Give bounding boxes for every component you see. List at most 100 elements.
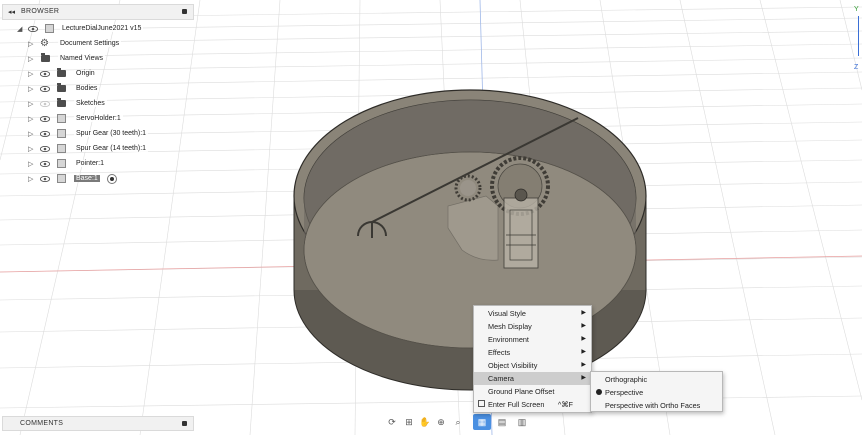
tree-item-bodies[interactable]: ▷ Bodies — [0, 83, 196, 97]
expand-right-icon[interactable]: ▷ — [28, 145, 33, 153]
viewcube-axis-icon — [858, 16, 859, 56]
eye-icon[interactable] — [40, 161, 50, 167]
tree-item-named-views[interactable]: ▷ Named Views — [0, 53, 196, 67]
tree-item-document-settings[interactable]: ▷ ⚙ Document Settings — [0, 38, 196, 52]
submenu-item-label: Orthographic — [605, 375, 648, 384]
expand-right-icon[interactable]: ▷ — [28, 55, 33, 63]
submenu-arrow-icon: ▶ — [581, 336, 586, 342]
tree-item-servoholder[interactable]: ▷ ServoHolder:1 — [0, 113, 196, 127]
servo-part[interactable] — [503, 188, 539, 269]
tree-item-origin[interactable]: ▷ Origin — [0, 68, 196, 82]
tree-item-label: Bodies — [74, 85, 100, 92]
eye-icon[interactable] — [40, 116, 50, 122]
tree-item-spur-gear-30[interactable]: ▷ Spur Gear (30 teeth):1 — [0, 128, 196, 142]
viewcube[interactable]: Y Z — [848, 6, 862, 71]
expand-right-icon[interactable]: ▷ — [28, 175, 33, 183]
component-icon — [57, 174, 66, 183]
zoom-icon[interactable]: ⊕ — [434, 414, 448, 430]
menu-item-visual-style[interactable]: Visual Style ▶ — [474, 307, 591, 320]
eye-icon[interactable] — [28, 26, 38, 32]
shortcut-label: ^⌘F — [557, 400, 573, 409]
tree-root[interactable]: ◢ LectureDialJune2021 v15 — [0, 23, 196, 37]
eye-icon[interactable] — [40, 86, 50, 92]
selected-radio-icon — [596, 389, 602, 395]
submenu-arrow-icon: ▶ — [581, 349, 586, 355]
submenu-item-perspective-ortho-faces[interactable]: Perspective with Ortho Faces — [591, 399, 722, 412]
eye-icon[interactable] — [40, 131, 50, 137]
menu-item-object-visibility[interactable]: Object Visibility ▶ — [474, 359, 591, 372]
display-settings-menu: Visual Style ▶ Mesh Display ▶ Environmen… — [473, 305, 592, 413]
component-icon — [45, 24, 54, 33]
menu-item-environment[interactable]: Environment ▶ — [474, 333, 591, 346]
submenu-item-perspective[interactable]: Perspective — [591, 386, 722, 399]
expand-right-icon[interactable]: ▷ — [28, 130, 33, 138]
look-at-icon[interactable]: ⊞ — [402, 414, 416, 430]
camera-submenu: Orthographic Perspective Perspective wit… — [590, 371, 723, 412]
tree-item-pointer[interactable]: ▷ Pointer:1 — [0, 158, 196, 172]
dial-model[interactable] — [293, 89, 647, 391]
menu-item-enter-full-screen[interactable]: Enter Full Screen ^⌘F — [474, 398, 591, 411]
navigation-toolbar: ⟳ ⊞ ✋ ⊕ ⌕ ▦ ▤ ▥ — [380, 414, 536, 432]
submenu-item-orthographic[interactable]: Orthographic — [591, 373, 722, 386]
eye-icon[interactable] — [40, 71, 50, 77]
tree-item-label: Named Views — [58, 55, 106, 62]
tree-item-label: Document Settings — [58, 40, 122, 47]
pan-icon[interactable]: ✋ — [418, 414, 432, 430]
menu-item-label: Mesh Display — [488, 322, 532, 331]
fit-icon[interactable]: ⌕ — [450, 414, 466, 430]
menu-item-label: Camera — [488, 374, 514, 383]
component-icon — [57, 159, 66, 168]
expand-right-icon[interactable]: ▷ — [28, 115, 33, 123]
comments-panel: COMMENTS — [2, 416, 194, 431]
grid-snaps-icon[interactable]: ▤ — [493, 414, 511, 430]
comments-title: COMMENTS — [20, 420, 64, 427]
menu-item-label: Visual Style — [488, 309, 526, 318]
full-screen-icon — [478, 400, 485, 407]
tree-item-label: Origin — [74, 70, 97, 77]
menu-item-camera[interactable]: Camera ▶ — [474, 372, 591, 385]
eye-hidden-icon[interactable] — [40, 101, 50, 107]
menu-item-mesh-display[interactable]: Mesh Display ▶ — [474, 320, 591, 333]
eye-icon[interactable] — [40, 146, 50, 152]
expand-right-icon[interactable]: ▷ — [28, 160, 33, 168]
eye-icon[interactable] — [40, 176, 50, 182]
viewports-icon[interactable]: ▥ — [513, 414, 531, 430]
folder-icon — [57, 98, 66, 107]
expand-down-icon[interactable]: ◢ — [17, 25, 22, 33]
tree-item-spur-gear-14[interactable]: ▷ Spur Gear (14 teeth):1 — [0, 143, 196, 157]
orbit-icon[interactable]: ⟳ — [384, 414, 400, 430]
menu-item-ground-plane-offset[interactable]: Ground Plane Offset — [474, 385, 591, 398]
submenu-arrow-icon: ▶ — [581, 362, 586, 368]
gear-icon: ⚙ — [40, 38, 49, 49]
tree-item-label: Pointer:1 — [74, 160, 107, 167]
tree-item-base[interactable]: ▷ Base:1 — [0, 173, 196, 187]
pin-icon[interactable] — [182, 421, 187, 426]
component-icon — [57, 114, 66, 123]
expand-right-icon[interactable]: ▷ — [28, 85, 33, 93]
submenu-arrow-icon: ▶ — [581, 323, 586, 329]
component-icon — [57, 129, 66, 138]
expand-right-icon[interactable]: ▷ — [28, 70, 33, 78]
pin-icon[interactable] — [182, 9, 187, 14]
menu-item-label: Ground Plane Offset — [488, 387, 555, 396]
tree-item-label: Spur Gear (14 teeth):1 — [74, 145, 149, 152]
expand-right-icon[interactable]: ▷ — [28, 100, 33, 108]
display-settings-icon[interactable]: ▦ — [473, 414, 491, 430]
submenu-item-label: Perspective — [605, 388, 644, 397]
tree-root-label: LectureDialJune2021 v15 — [60, 25, 144, 32]
tree-item-sketches[interactable]: ▷ Sketches — [0, 98, 196, 112]
tree-item-label: ServoHolder:1 — [74, 115, 123, 122]
component-icon — [57, 144, 66, 153]
browser-header: ◂◂ BROWSER — [2, 4, 194, 20]
browser-panel: ◂◂ BROWSER ◢ LectureDialJune2021 v15 ▷ ⚙… — [0, 0, 196, 190]
menu-item-label: Enter Full Screen — [488, 400, 545, 409]
menu-item-label: Object Visibility — [488, 361, 538, 370]
menu-item-effects[interactable]: Effects ▶ — [474, 346, 591, 359]
submenu-arrow-icon: ▶ — [581, 375, 586, 381]
menu-item-label: Effects — [488, 348, 511, 357]
tree-item-label: Base:1 — [74, 175, 100, 182]
expand-right-icon[interactable]: ▷ — [28, 40, 33, 48]
collapse-panel-icon[interactable]: ◂◂ — [8, 8, 15, 16]
activate-radio-icon[interactable] — [107, 174, 117, 184]
submenu-item-label: Perspective with Ortho Faces — [605, 401, 701, 410]
